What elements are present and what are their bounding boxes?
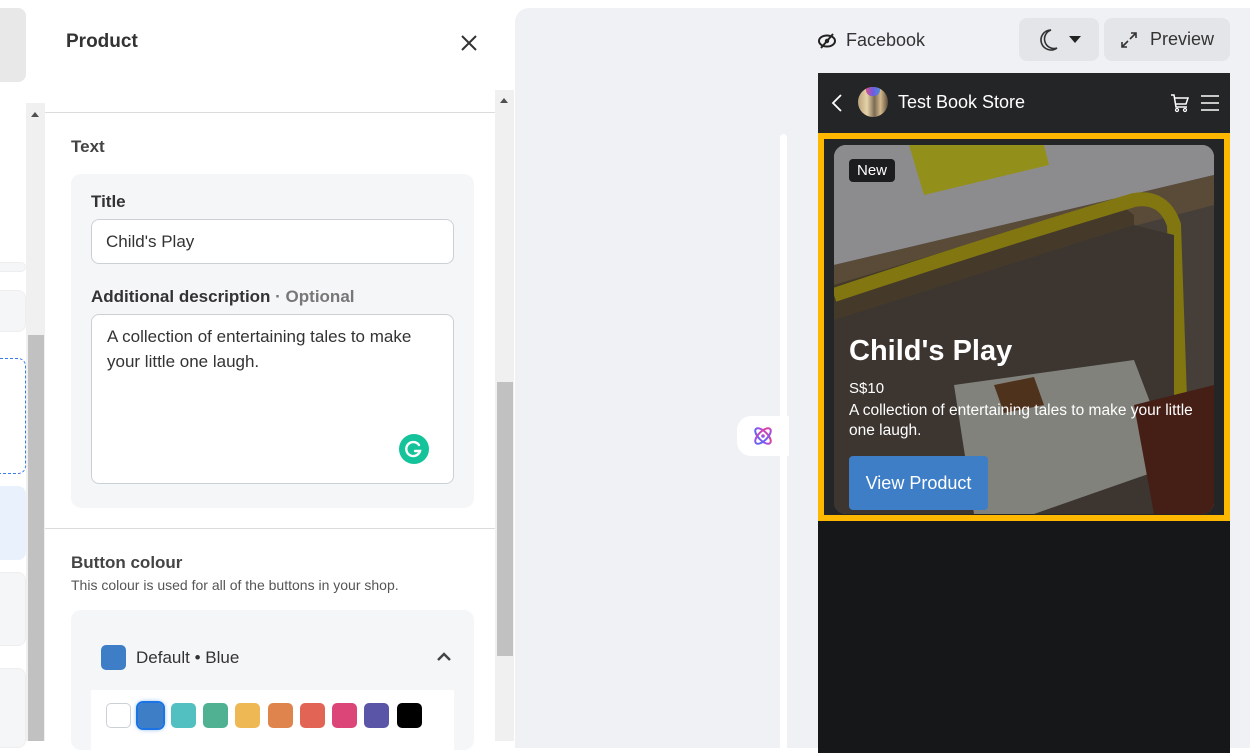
platform-visibility[interactable]: Facebook: [817, 30, 925, 51]
colour-swatch-pink[interactable]: [332, 703, 358, 728]
caret-down-icon: [1069, 35, 1081, 43]
colour-swatch-row: [91, 690, 454, 750]
left-sidebar: [0, 0, 28, 748]
sidebar-block[interactable]: [0, 262, 26, 272]
platform-label: Facebook: [846, 30, 926, 50]
back-chevron-icon[interactable]: [830, 93, 844, 113]
store-avatar: [858, 87, 888, 117]
new-badge: New: [849, 159, 896, 182]
scrollbar-thumb[interactable]: [497, 382, 513, 656]
store-name: Test Book Store: [898, 92, 1026, 112]
title-input-value: Child's Play: [106, 231, 195, 251]
colour-swatch-green[interactable]: [202, 703, 228, 728]
product-title: Child's Play: [849, 335, 1013, 367]
title-label: Title: [91, 192, 126, 211]
ai-assistant-button[interactable]: [737, 416, 789, 456]
sidebar-block[interactable]: [0, 8, 26, 82]
shop-nav-bar: Test Book Store: [818, 73, 1230, 133]
close-button[interactable]: [456, 30, 482, 56]
button-colour-heading: Button colour: [71, 553, 183, 572]
description-value: A collection of entertaining tales to ma…: [107, 327, 412, 371]
colour-swatch-teal[interactable]: [170, 703, 196, 728]
cart-icon: [1171, 94, 1190, 113]
colour-swatch-orange[interactable]: [267, 703, 293, 728]
colour-dropdown[interactable]: Default • Blue: [71, 610, 474, 690]
text-card: Title Child's Play Additional descriptio…: [71, 174, 474, 508]
panel-header: Product: [45, 0, 495, 113]
eye-slash-icon: [818, 32, 836, 49]
atom-icon: [754, 427, 772, 445]
colour-swatch-yellow[interactable]: [235, 703, 261, 728]
title-input[interactable]: Child's Play: [91, 219, 454, 264]
panel-title: Product: [66, 31, 138, 52]
phone-preview: Test Book Store New Child's Play S$10 A …: [818, 73, 1230, 753]
product-price: S$10: [849, 380, 885, 397]
sidebar-block[interactable]: [0, 290, 26, 332]
grammarly-g-icon: [405, 440, 422, 458]
section-divider: [45, 528, 495, 529]
preview-button[interactable]: Preview: [1104, 18, 1230, 61]
description-label-text: Additional description: [91, 287, 271, 306]
view-product-button[interactable]: View Product: [849, 456, 988, 510]
description-label: Additional description · Optional: [91, 287, 355, 307]
selected-product-card[interactable]: New Child's Play S$10 A collection of en…: [818, 133, 1230, 521]
selected-colour-swatch: [101, 645, 126, 670]
text-section-heading: Text: [71, 137, 105, 156]
product-description: A collection of entertaining tales to ma…: [849, 402, 1193, 439]
product-panel: Product Text Title Child's Play Addition…: [45, 0, 495, 750]
scrollbar-thumb[interactable]: [28, 335, 44, 741]
scroll-up-arrow-icon[interactable]: [500, 98, 508, 103]
chevron-up-icon[interactable]: [435, 648, 453, 666]
product-hero: New Child's Play S$10 A collection of en…: [834, 145, 1214, 514]
panel-scrollbar[interactable]: [495, 90, 514, 741]
sidebar-block-selected[interactable]: [0, 358, 26, 474]
expand-icon: [1121, 31, 1137, 48]
colour-swatch-black[interactable]: [396, 703, 422, 728]
button-colour-subtext: This colour is used for all of the butto…: [71, 577, 399, 593]
colour-swatch-blue[interactable]: [136, 701, 166, 730]
preview-area: Facebook Preview Test Book Store New Chi…: [515, 8, 1250, 754]
sidebar-scrollbar[interactable]: [26, 103, 45, 741]
scroll-up-arrow-icon[interactable]: [31, 112, 39, 117]
theme-toggle-button[interactable]: [1019, 18, 1099, 61]
selected-colour-label: Default • Blue: [136, 648, 240, 667]
colour-swatch-white[interactable]: [106, 703, 131, 728]
preview-button-label: Preview: [1149, 29, 1215, 49]
sidebar-block[interactable]: [0, 668, 26, 748]
sidebar-block[interactable]: [0, 486, 26, 560]
close-icon: [461, 35, 477, 51]
grammarly-icon[interactable]: [399, 434, 429, 464]
description-textarea[interactable]: A collection of entertaining tales to ma…: [91, 314, 454, 484]
colour-swatch-purple[interactable]: [364, 703, 390, 728]
sidebar-block[interactable]: [0, 572, 26, 646]
moon-icon: [1040, 28, 1058, 51]
hamburger-menu-icon: [1201, 95, 1219, 111]
colour-swatch-red[interactable]: [299, 703, 325, 728]
optional-tag: · Optional: [270, 287, 355, 306]
colour-card: Default • Blue: [71, 610, 474, 750]
